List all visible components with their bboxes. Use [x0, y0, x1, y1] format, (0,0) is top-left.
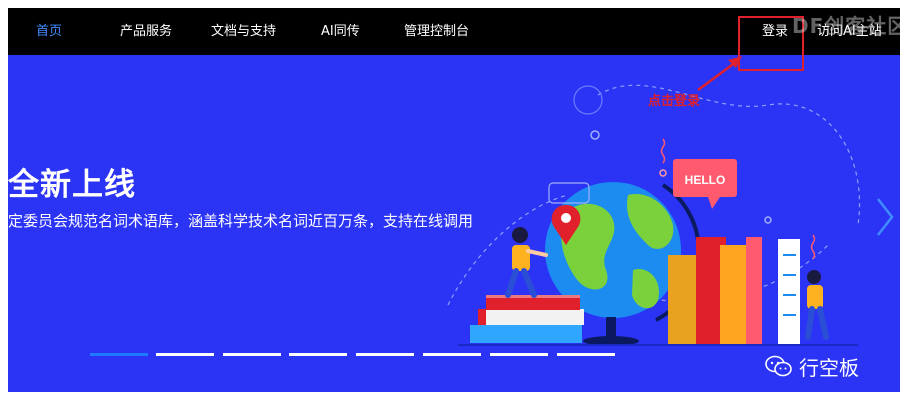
wechat-watermark-label: 行空板	[799, 355, 859, 380]
hero-subtitle: 定委员会规范名词术语库，涵盖科学技术名词近百万条，支持在线调用	[8, 212, 474, 230]
annotation-label: 点击登录	[648, 94, 701, 109]
carousel-dot-2[interactable]	[156, 353, 214, 356]
nav-item-docs[interactable]: 文档与支持	[211, 8, 276, 55]
hero-title: 全新上线	[8, 167, 136, 203]
wechat-icon	[765, 355, 792, 377]
carousel-dot-3[interactable]	[223, 353, 281, 356]
browser-viewport: 首页 产品服务 文档与支持 AI同传 管理控制台 登录 访问AI主站 HELLO…	[8, 8, 900, 392]
nav-item-ai-interpretation[interactable]: AI同传	[321, 8, 360, 55]
community-watermark: DF创客社区	[792, 14, 900, 38]
hello-bubble-text: HELLO	[685, 173, 726, 187]
carousel-dot-8[interactable]	[557, 353, 615, 356]
nav-item-home[interactable]: 首页	[36, 8, 62, 55]
wechat-watermark: 行空板	[765, 351, 859, 381]
carousel-dot-5[interactable]	[356, 353, 414, 356]
carousel-next-icon[interactable]	[874, 195, 896, 239]
hero-banner[interactable]: HELLO 全新上线 定委员会规范名词术语库，涵盖科学技术名词近百万条，支持在线…	[8, 55, 900, 392]
carousel-dot-1[interactable]	[90, 353, 148, 356]
nav-item-products[interactable]: 产品服务	[120, 8, 172, 55]
login-link[interactable]: 登录	[762, 8, 788, 55]
carousel-dot-7[interactable]	[490, 353, 548, 356]
carousel-dot-4[interactable]	[289, 353, 347, 356]
nav-item-console[interactable]: 管理控制台	[404, 8, 469, 55]
top-nav-bar: 首页 产品服务 文档与支持 AI同传 管理控制台 登录 访问AI主站	[8, 8, 900, 55]
carousel-dot-6[interactable]	[423, 353, 481, 356]
